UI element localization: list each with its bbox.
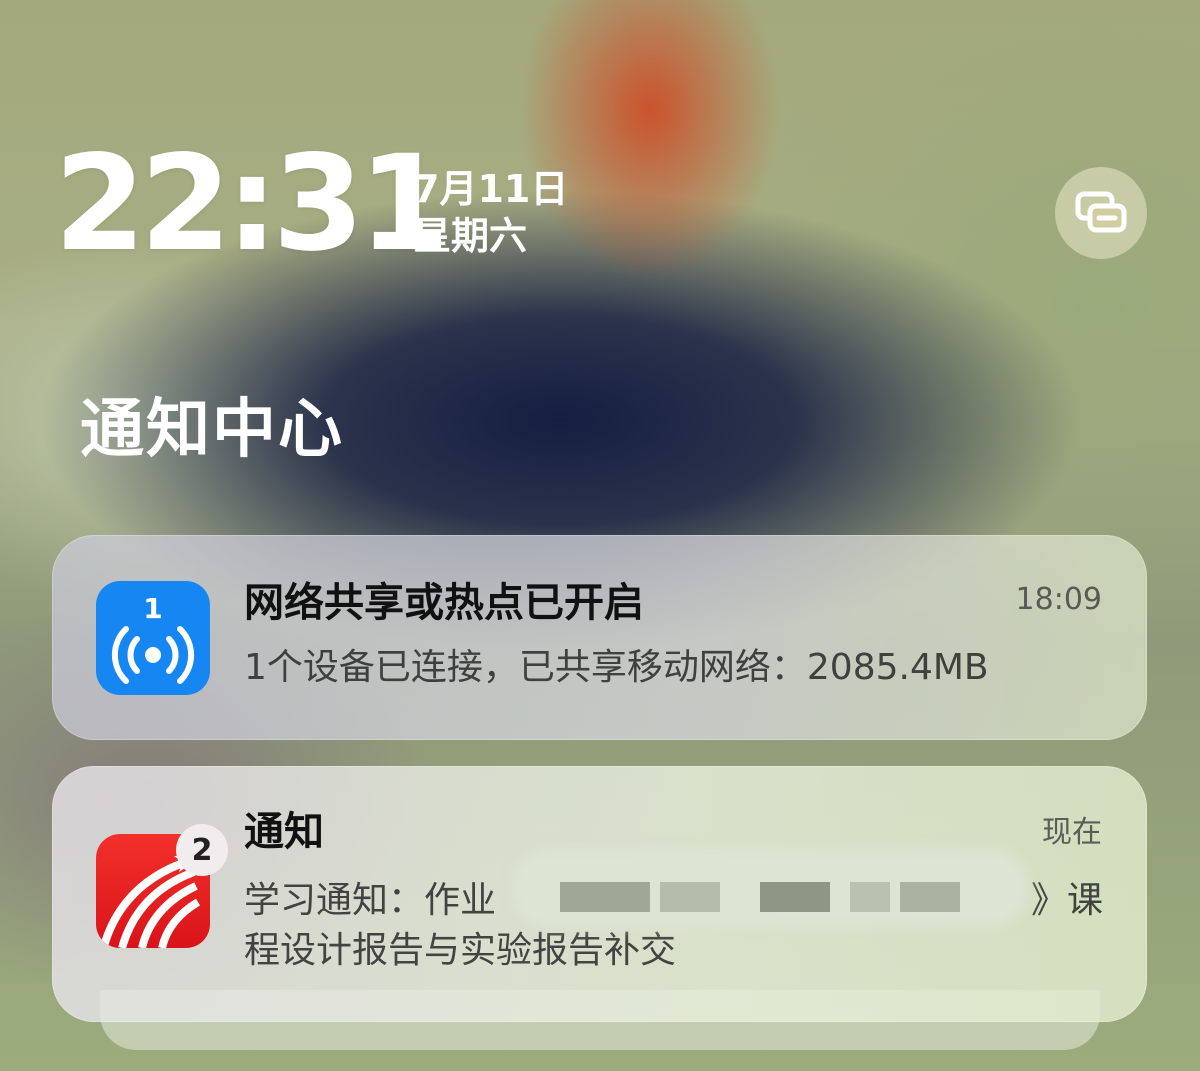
hotspot-app-icon: 1 — [96, 581, 210, 695]
notification-center-title: 通知中心 — [80, 393, 344, 467]
lockscreen-date-block: 7月11日 星期六 — [413, 166, 568, 260]
notification-body-start: 学习通知：作业 — [244, 880, 497, 921]
notification-card-hotspot[interactable]: 1 网络共享或热点已开启 18:09 1个设备已连接，已共享移动网络：2085.… — [52, 535, 1147, 740]
hotspot-icon — [111, 626, 195, 684]
notification-count-badge: 2 — [176, 824, 228, 876]
redacted-text-mask — [520, 858, 1020, 918]
lockscreen-time: 22:31 — [54, 127, 450, 281]
screen-mirror-icon — [1075, 191, 1127, 233]
notification-title: 网络共享或热点已开启 — [244, 580, 644, 626]
screen-mirror-button[interactable] — [1055, 167, 1147, 259]
notification-body: 1个设备已连接，已共享移动网络：2085.4MB — [244, 647, 989, 688]
notification-body-line2: 程设计报告与实验报告补交 — [244, 930, 677, 971]
notification-time: 现在 — [1042, 815, 1102, 850]
lockscreen-weekday: 星期六 — [413, 214, 528, 258]
notification-body-end: 》课 — [1030, 880, 1103, 921]
notification-title: 通知 — [244, 809, 324, 855]
lockscreen-date: 7月11日 — [413, 167, 569, 211]
notification-time: 18:09 — [1015, 582, 1102, 617]
